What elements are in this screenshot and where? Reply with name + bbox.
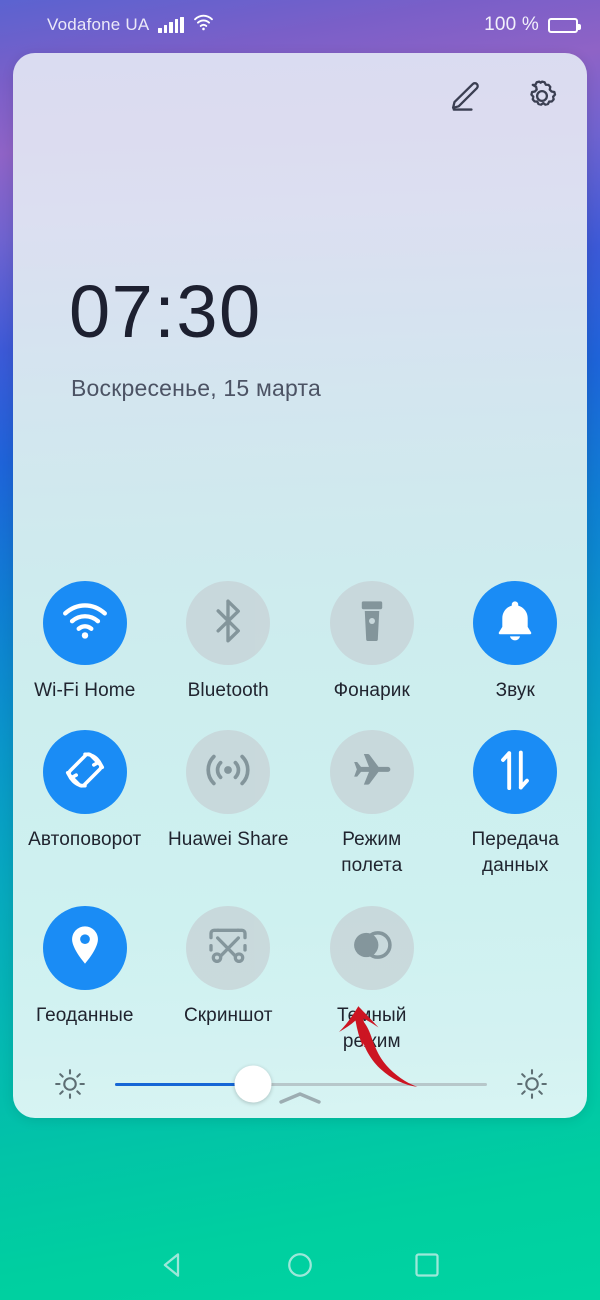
wifi-icon <box>193 14 214 36</box>
location-pin-icon <box>68 924 102 971</box>
toggle-label: Фонарик <box>333 680 410 701</box>
status-bar-left: Vodafone UA <box>47 14 214 36</box>
huawei-share-toggle-bubble[interactable] <box>186 730 271 815</box>
home-circle-icon[interactable] <box>285 1250 315 1280</box>
brightness-low-icon <box>53 1067 87 1101</box>
gear-icon[interactable] <box>523 77 561 115</box>
toggle-label: Huawei Share <box>167 829 289 851</box>
dark-mode-icon <box>349 929 395 966</box>
lockscreen-date: Воскресенье, 15 марта <box>71 375 321 401</box>
toggle-row-1: Wi-Fi Home Bluetooth Фонарик Звук <box>13 581 587 704</box>
bluetooth-icon <box>208 599 248 648</box>
panel-collapse-handle[interactable] <box>277 1090 323 1106</box>
location-toggle-bubble[interactable] <box>42 905 127 990</box>
toggle-wifi[interactable]: Wi-Fi Home <box>13 581 157 704</box>
bell-icon <box>495 599 535 648</box>
airplane-icon <box>350 750 394 795</box>
screenshot-toggle-bubble[interactable] <box>186 905 271 990</box>
toggle-location[interactable]: Геоданные <box>13 905 157 1055</box>
screenshot-icon <box>206 925 250 970</box>
toggle-row-2: Автоповорот Huawei Share Режим полета Пе… <box>13 730 587 879</box>
toggle-flashlight[interactable]: Фонарик <box>300 581 444 704</box>
toggle-label: Передача данных <box>471 829 559 877</box>
auto-rotate-icon <box>63 748 107 797</box>
toggle-label: Геоданные <box>36 1004 134 1026</box>
status-bar: Vodafone UA 100 % <box>0 0 600 50</box>
android-nav-bar <box>0 1230 600 1300</box>
toggle-label: Темный режим <box>336 1004 407 1052</box>
brightness-track[interactable] <box>115 1065 487 1103</box>
toggle-label: Звук <box>495 680 535 701</box>
brightness-high-icon <box>515 1067 549 1101</box>
dark-mode-toggle-bubble[interactable] <box>329 905 414 990</box>
flashlight-toggle-bubble[interactable] <box>329 581 414 665</box>
toggle-airplane-mode[interactable]: Режим полета <box>300 730 444 879</box>
toggle-label: Wi-Fi Home <box>34 680 136 701</box>
toggle-dark-mode[interactable]: Темный режим <box>300 905 444 1055</box>
wifi-icon <box>62 602 108 645</box>
back-triangle-icon[interactable] <box>158 1250 188 1280</box>
toggle-label: Bluetooth <box>187 680 269 701</box>
status-bar-right: 100 % <box>484 14 581 36</box>
toggle-empty-slot <box>444 906 588 1055</box>
airplane-toggle-bubble[interactable] <box>329 730 414 815</box>
toggle-auto-rotate[interactable]: Автоповорот <box>13 730 157 879</box>
toggle-huawei-share[interactable]: Huawei Share <box>157 730 301 879</box>
brightness-fill <box>115 1082 253 1086</box>
edit-icon[interactable] <box>447 77 485 115</box>
mobile-data-toggle-bubble[interactable] <box>473 730 558 815</box>
toggle-label: Режим полета <box>341 829 403 877</box>
toggle-mobile-data[interactable]: Передача данных <box>444 730 588 879</box>
sound-toggle-bubble[interactable] <box>473 581 558 665</box>
wifi-toggle-bubble[interactable] <box>42 581 127 665</box>
brightness-knob[interactable] <box>234 1065 272 1103</box>
recents-square-icon[interactable] <box>412 1250 442 1280</box>
toggle-label: Скриншот <box>183 1004 273 1026</box>
toggle-row-3: Геоданные Скриншот Темный режим <box>13 905 588 1055</box>
signal-bars-icon <box>158 17 184 33</box>
flashlight-icon <box>358 599 386 648</box>
data-transfer-icon <box>498 749 532 796</box>
toggle-bluetooth[interactable]: Bluetooth <box>157 581 301 704</box>
quick-toggle-grid: Wi-Fi Home Bluetooth Фонарик Звук Автопо… <box>13 581 587 1055</box>
battery-full-icon <box>548 17 581 33</box>
lockscreen-clock: 07:30 <box>69 270 262 353</box>
toggle-label: Автоповорот <box>28 829 142 851</box>
quick-settings-panel: 07:30 Воскресенье, 15 марта Wi-Fi Home B… <box>13 53 587 1118</box>
battery-percent: 100 % <box>484 14 539 35</box>
broadcast-icon <box>205 751 251 794</box>
panel-header-actions <box>447 77 561 115</box>
auto-rotate-toggle-bubble[interactable] <box>42 730 127 815</box>
toggle-screenshot[interactable]: Скриншот <box>157 905 301 1055</box>
bluetooth-toggle-bubble[interactable] <box>186 581 271 665</box>
toggle-sound[interactable]: Звук <box>444 581 588 704</box>
carrier-name: Vodafone UA <box>47 15 150 34</box>
